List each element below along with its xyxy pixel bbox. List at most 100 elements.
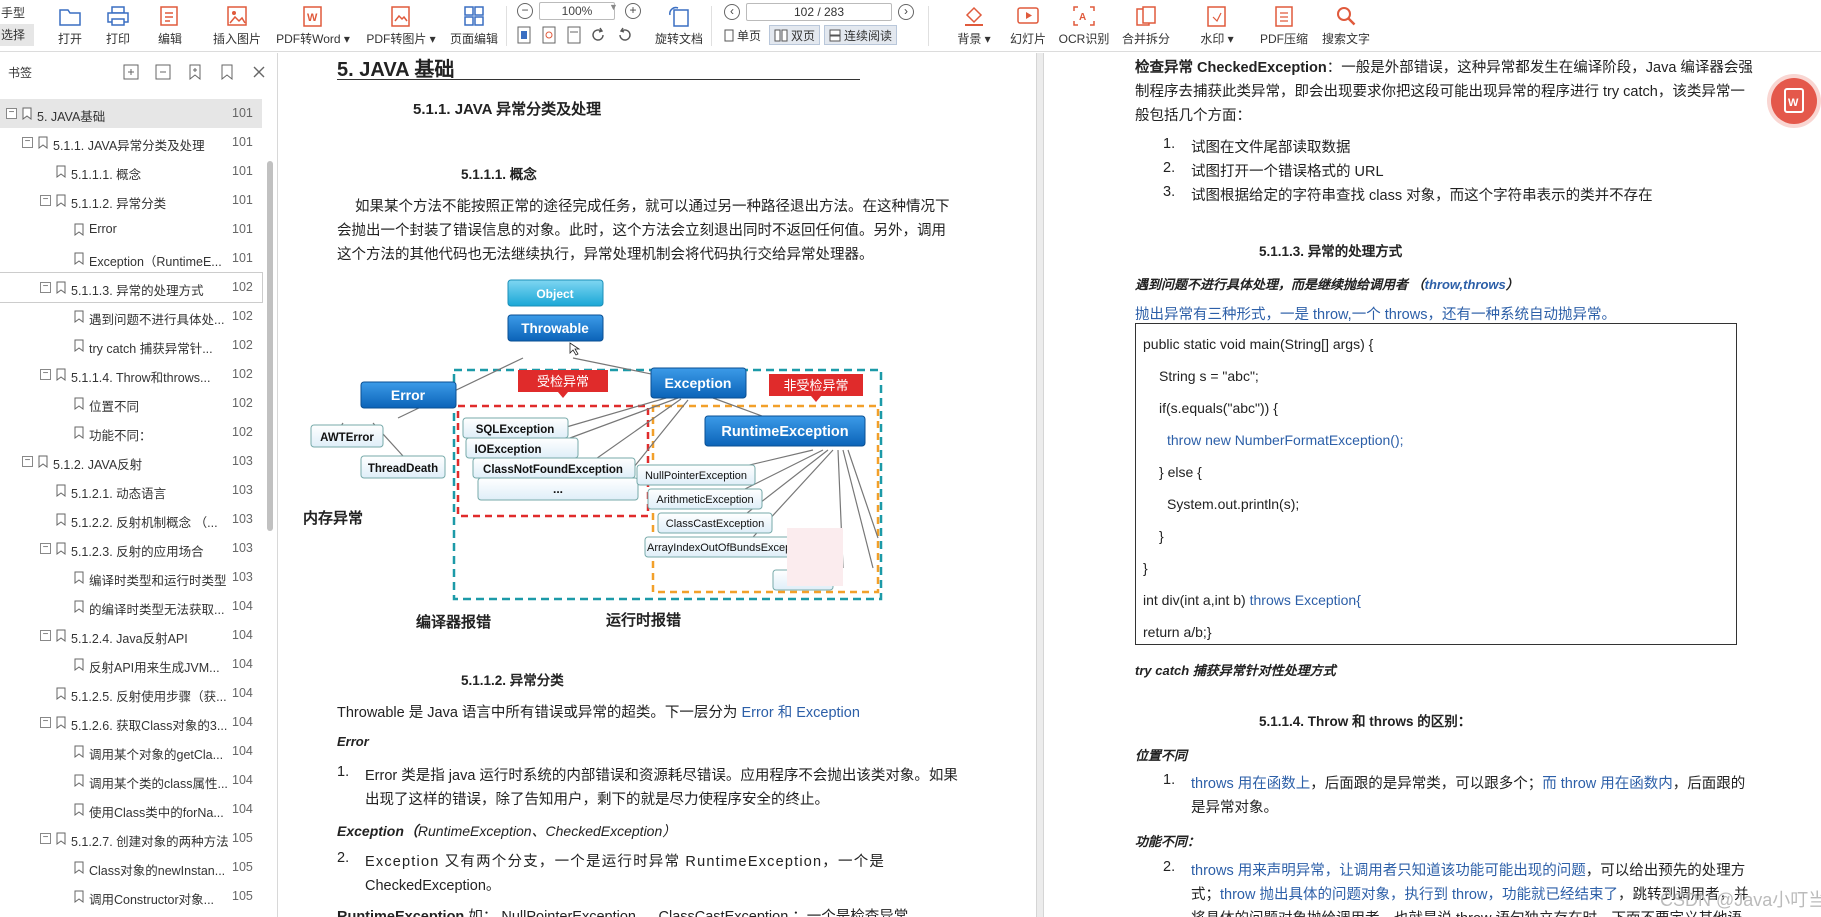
- hand-mode-button[interactable]: 手型: [0, 2, 34, 24]
- print-button[interactable]: 打印: [94, 0, 142, 52]
- edit-button[interactable]: 编辑: [142, 0, 198, 52]
- paragraph-line: 出现了这样的错误，除了告知用户，剩下的就是尽力使程序安全的终止。: [365, 792, 829, 808]
- bookmark-icon: [74, 861, 84, 874]
- zoom-in-icon[interactable]: +: [625, 3, 641, 19]
- bookmark-item[interactable]: 使用Class类中的forNa... 104: [0, 795, 262, 824]
- italic-heading: 遇到问题不进行具体处理，而是继续抛给调用者 （throw,throws）: [1135, 277, 1519, 292]
- pdf-compress-button[interactable]: PDF压缩: [1253, 0, 1315, 52]
- slideshow-button[interactable]: 幻灯片: [1001, 0, 1055, 52]
- rotate-right-icon[interactable]: [616, 26, 632, 44]
- collapse-toggle-icon[interactable]: −: [40, 195, 51, 206]
- bookmark-item[interactable]: 功能不同： 102: [0, 418, 262, 447]
- bookmark-item[interactable]: − 5.1.2.7. 创建对象的两种方法 105: [0, 824, 262, 853]
- bookmark-item[interactable]: Exception（RuntimeE... 101: [0, 244, 262, 273]
- select-mode-button[interactable]: 选择: [0, 24, 34, 46]
- sidebar-scrollbar[interactable]: [267, 161, 273, 531]
- word-icon: W: [301, 2, 325, 30]
- double-page-button[interactable]: 双页: [769, 25, 821, 45]
- collapse-toggle-icon[interactable]: −: [40, 833, 51, 844]
- bookmark-label: 编译时类型和运行时类型: [89, 574, 227, 588]
- bookmark-item[interactable]: − 5.1.1. JAVA异常分类及处理 101: [0, 128, 262, 157]
- watermark-button[interactable]: 水印 ▾: [1185, 0, 1249, 52]
- bookmark-item[interactable]: 5.1.1.1. 概念 101: [0, 157, 262, 186]
- bookmark-item[interactable]: − 5.1.1.4. Throw和throws... 102: [0, 360, 262, 389]
- continuous-read-button[interactable]: 连续阅读: [824, 25, 898, 45]
- floating-assistant-button[interactable]: W: [1771, 78, 1817, 124]
- collapse-toggle-icon[interactable]: −: [6, 108, 17, 119]
- collapse-toggle-icon[interactable]: −: [40, 282, 51, 293]
- actual-size-icon[interactable]: [516, 26, 532, 44]
- add-bookmark-icon[interactable]: [187, 64, 203, 80]
- zoom-dropdown-icon[interactable]: ▼: [609, 2, 618, 12]
- bookmark-item[interactable]: − 5.1.1.3. 异常的处理方式 102: [0, 272, 263, 303]
- page-number-input[interactable]: 102 / 283: [746, 3, 892, 21]
- bookmark-item[interactable]: try catch 捕获异常针... 102: [0, 331, 262, 360]
- bookmark-icon: [74, 310, 84, 323]
- bookmark-item[interactable]: Error 101: [0, 215, 262, 244]
- next-page-icon[interactable]: ›: [898, 4, 914, 20]
- bookmark-item[interactable]: − 5.1.2.4. Java反射API 104: [0, 621, 262, 650]
- bookmark-label: 5.1.2. JAVA反射: [53, 458, 143, 472]
- bookmark-label: 5.1.1.2. 异常分类: [71, 197, 167, 211]
- fit-page-icon[interactable]: [541, 26, 557, 44]
- collapse-toggle-icon[interactable]: −: [40, 543, 51, 554]
- bookmark-item[interactable]: 的编译时类型无法获取... 104: [0, 592, 262, 621]
- ocr-button[interactable]: A OCR识别: [1055, 0, 1113, 52]
- rotate-left-icon[interactable]: [591, 26, 607, 44]
- bookmark-item[interactable]: − 5.1.2.3. 反射的应用场合 103: [0, 534, 262, 563]
- open-label: 打开: [57, 32, 82, 46]
- bookmark-item[interactable]: − 5.1.2. JAVA反射 103: [0, 447, 262, 476]
- error-heading: Error: [337, 734, 369, 749]
- italic-heading: 功能不同：: [1135, 834, 1201, 849]
- bookmark-item[interactable]: 调用某个对象的getCla... 104: [0, 737, 262, 766]
- prev-page-icon[interactable]: ‹: [724, 4, 740, 20]
- bookmark-item[interactable]: 5.1.2.2. 反射机制概念 （... 103: [0, 505, 262, 534]
- bookmark-item[interactable]: 遇到问题不进行具体处... 102: [0, 302, 262, 331]
- insert-image-button[interactable]: 插入图片: [206, 0, 268, 52]
- background-button[interactable]: 背景 ▾: [947, 0, 1001, 52]
- bookmark-item[interactable]: 编译时类型和运行时类型 103: [0, 563, 262, 592]
- merge-split-button[interactable]: 合并拆分: [1113, 0, 1179, 52]
- collapse-toggle-icon[interactable]: −: [22, 137, 33, 148]
- open-button[interactable]: 打开: [46, 0, 94, 52]
- sidebar-tools: [123, 64, 277, 80]
- collapse-all-icon[interactable]: [155, 64, 171, 80]
- zoom-out-icon[interactable]: −: [517, 3, 533, 19]
- node-class-cast: ClassCastException: [657, 512, 773, 534]
- fit-width-icon[interactable]: [566, 26, 582, 44]
- code-line: return a/b;}: [1143, 624, 1212, 640]
- bookmark-item[interactable]: 5.1.2.1. 动态语言 103: [0, 476, 262, 505]
- bookmark-item[interactable]: 调用Constructor对象... 105: [0, 882, 262, 911]
- page-edit-button[interactable]: 页面编辑: [446, 0, 502, 52]
- bookmark-item[interactable]: − 5. JAVA基础 101: [0, 99, 262, 128]
- bookmark-item[interactable]: 反射API用来生成JVM... 104: [0, 650, 262, 679]
- zoom-input[interactable]: 100%: [539, 2, 615, 20]
- bookmark-page-number: 105: [232, 831, 253, 845]
- collapse-toggle-icon[interactable]: −: [40, 630, 51, 641]
- bookmark-icon: [56, 629, 66, 642]
- svg-text:RuntimeException: RuntimeException: [721, 424, 848, 440]
- bookmark-item[interactable]: − 5.1.1.2. 异常分类 101: [0, 186, 262, 215]
- single-page-button[interactable]: 单页: [720, 25, 765, 45]
- search-text-button[interactable]: 搜索文字: [1315, 0, 1377, 52]
- pink-overlay: [787, 528, 843, 586]
- bookmark-item[interactable]: Class对象的newInstan... 105: [0, 853, 262, 882]
- paragraph-line: 如果某个方法不能按照正常的途径完成任务，就可以通过另一种路径退出方法。在这种情况…: [355, 199, 950, 215]
- bookmark-item[interactable]: − 5.1.2.6. 获取Class对象的3... 104: [0, 708, 262, 737]
- svg-text:SQLException: SQLException: [476, 424, 555, 436]
- bookmark-item[interactable]: 位置不同 102: [0, 389, 262, 418]
- pdf-to-image-button[interactable]: PDF转图片 ▾: [358, 0, 444, 52]
- rotate-doc-button[interactable]: 旋转文档: [651, 0, 707, 52]
- collapse-toggle-icon[interactable]: −: [40, 717, 51, 728]
- collapse-toggle-icon[interactable]: −: [40, 369, 51, 380]
- expand-all-icon[interactable]: [123, 64, 139, 80]
- pdf-to-word-button[interactable]: W PDF转Word ▾: [272, 0, 354, 52]
- bookmark-icon: [56, 542, 66, 555]
- bookmark-item[interactable]: 调用某个类的class属性... 104: [0, 766, 262, 795]
- bookmark-icon[interactable]: [219, 64, 235, 80]
- bookmark-item[interactable]: 5.1.2.5. 反射使用步骤（获... 104: [0, 679, 262, 708]
- rotate-doc-icon: [667, 2, 691, 30]
- collapse-toggle-icon[interactable]: −: [22, 456, 33, 467]
- svg-text:A: A: [1079, 12, 1086, 23]
- close-icon[interactable]: [251, 64, 267, 80]
